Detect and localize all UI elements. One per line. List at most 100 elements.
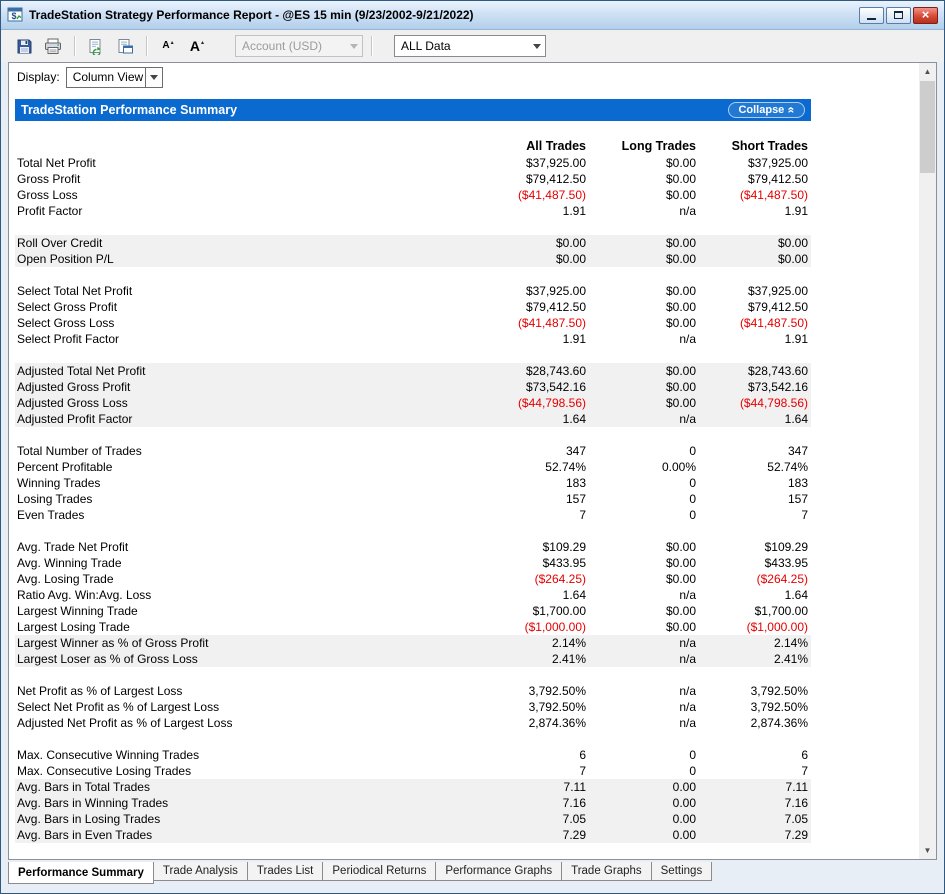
window-bottom-frame: [1, 886, 944, 893]
data-range-select[interactable]: ALL Data: [394, 35, 546, 57]
scroll-down-button[interactable]: ▼: [919, 842, 936, 859]
row-label: Adjusted Net Profit as % of Largest Loss: [15, 715, 408, 731]
tab-trade-graphs[interactable]: Trade Graphs: [561, 862, 652, 881]
tab-performance-summary[interactable]: Performance Summary: [8, 862, 154, 884]
print-icon: [44, 38, 62, 55]
refresh-report-button[interactable]: [83, 34, 109, 58]
cell-value: $37,925.00: [408, 283, 586, 299]
font-smaller-button[interactable]: A ▴: [155, 34, 181, 58]
cell-value: 0: [586, 491, 696, 507]
cell-value: 7.29: [408, 827, 586, 843]
cell-value: $73,542.16: [408, 379, 586, 395]
cell-value: ($41,487.50): [408, 315, 586, 331]
account-select: Account (USD): [235, 35, 363, 57]
cell-value: ($41,487.50): [696, 187, 808, 203]
cell-value: $73,542.16: [696, 379, 808, 395]
table-row: Avg. Bars in Even Trades7.290.007.29: [15, 827, 811, 843]
cell-value: $79,412.50: [408, 171, 586, 187]
report-properties-button[interactable]: [112, 34, 138, 58]
cell-value: 157: [696, 491, 808, 507]
cell-value: n/a: [586, 651, 696, 667]
tab-periodical-returns[interactable]: Periodical Returns: [322, 862, 436, 881]
cell-value: 52.74%: [696, 459, 808, 475]
table-row: Adjusted Net Profit as % of Largest Loss…: [15, 715, 811, 731]
row-label: Avg. Trade Net Profit: [15, 539, 408, 555]
table-row: Adjusted Total Net Profit$28,743.60$0.00…: [15, 363, 811, 379]
tab-settings[interactable]: Settings: [651, 862, 713, 881]
font-smaller-icon: A: [162, 41, 169, 51]
vertical-scrollbar[interactable]: ▲ ▼: [919, 63, 936, 859]
cell-value: 183: [408, 475, 586, 491]
restore-button[interactable]: [886, 7, 911, 24]
row-group: Avg. Bars in Total Trades7.110.007.11Avg…: [15, 779, 811, 843]
account-select-value: Account (USD): [242, 39, 322, 53]
cell-value: 7.05: [696, 811, 808, 827]
cell-value: 347: [408, 443, 586, 459]
cell-value: $433.95: [696, 555, 808, 571]
row-label: Gross Loss: [15, 187, 408, 203]
font-larger-button[interactable]: A ▴: [184, 34, 210, 58]
cell-value: 3,792.50%: [696, 699, 808, 715]
cell-value: ($264.25): [696, 571, 808, 587]
cell-value: $0.00: [696, 235, 808, 251]
cell-value: n/a: [586, 331, 696, 347]
collapse-button[interactable]: Collapse «: [728, 102, 805, 118]
close-icon: ×: [922, 8, 930, 21]
row-label: Max. Consecutive Winning Trades: [15, 747, 408, 763]
cell-value: $0.00: [586, 171, 696, 187]
font-larger-caret-icon: ▴: [201, 39, 204, 46]
row-group: Adjusted Total Net Profit$28,743.60$0.00…: [15, 363, 811, 427]
minimize-button[interactable]: [859, 7, 884, 24]
close-button[interactable]: ×: [913, 7, 938, 24]
cell-value: 0.00: [586, 779, 696, 795]
cell-value: 0: [586, 747, 696, 763]
table-row: Adjusted Gross Loss($44,798.56)$0.00($44…: [15, 395, 811, 411]
display-view-value: Column View: [73, 70, 143, 84]
summary-header: TradeStation Performance Summary Collaps…: [15, 99, 811, 121]
tab-strip: Performance SummaryTrade AnalysisTrades …: [1, 862, 944, 886]
display-view-select[interactable]: Column View: [66, 67, 163, 88]
row-group: Net Profit as % of Largest Loss3,792.50%…: [15, 683, 811, 731]
table-row: Select Total Net Profit$37,925.00$0.00$3…: [15, 283, 811, 299]
row-label: Ratio Avg. Win:Avg. Loss: [15, 587, 408, 603]
save-icon: [16, 38, 33, 55]
refresh-report-icon: [88, 38, 105, 55]
cell-value: 3,792.50%: [408, 699, 586, 715]
cell-value: ($41,487.50): [696, 315, 808, 331]
collapse-chevron-icon: «: [786, 107, 798, 114]
tab-trades-list[interactable]: Trades List: [247, 862, 323, 881]
scroll-thumb[interactable]: [920, 81, 935, 173]
row-label: Profit Factor: [15, 203, 408, 219]
print-button[interactable]: [40, 34, 66, 58]
cell-value: 3,792.50%: [696, 683, 808, 699]
app-window: $ TradeStation Strategy Performance Repo…: [0, 0, 945, 894]
cell-value: 2.41%: [408, 651, 586, 667]
toolbar-separator: [371, 36, 372, 56]
cell-value: $0.00: [586, 283, 696, 299]
cell-value: 2,874.36%: [696, 715, 808, 731]
row-group: Max. Consecutive Winning Trades606Max. C…: [15, 747, 811, 779]
table-header-row: All Trades Long Trades Short Trades: [15, 135, 811, 153]
table-row: Net Profit as % of Largest Loss3,792.50%…: [15, 683, 811, 699]
report-properties-icon: [117, 38, 134, 55]
cell-value: $0.00: [586, 539, 696, 555]
save-button[interactable]: [11, 34, 37, 58]
tab-trade-analysis[interactable]: Trade Analysis: [153, 862, 248, 881]
cell-value: $0.00: [586, 235, 696, 251]
cell-value: 3,792.50%: [408, 683, 586, 699]
cell-value: 52.74%: [408, 459, 586, 475]
table-row: Losing Trades1570157: [15, 491, 811, 507]
cell-value: $0.00: [586, 603, 696, 619]
cell-value: ($44,798.56): [408, 395, 586, 411]
scroll-up-button[interactable]: ▲: [919, 63, 936, 80]
row-label: Winning Trades: [15, 475, 408, 491]
cell-value: n/a: [586, 715, 696, 731]
tab-performance-graphs[interactable]: Performance Graphs: [435, 862, 562, 881]
cell-value: 7.11: [408, 779, 586, 795]
table-row: Adjusted Gross Profit$73,542.16$0.00$73,…: [15, 379, 811, 395]
cell-value: $0.00: [586, 187, 696, 203]
cell-value: ($1,000.00): [408, 619, 586, 635]
row-label: Total Number of Trades: [15, 443, 408, 459]
cell-value: 157: [408, 491, 586, 507]
cell-value: n/a: [586, 203, 696, 219]
